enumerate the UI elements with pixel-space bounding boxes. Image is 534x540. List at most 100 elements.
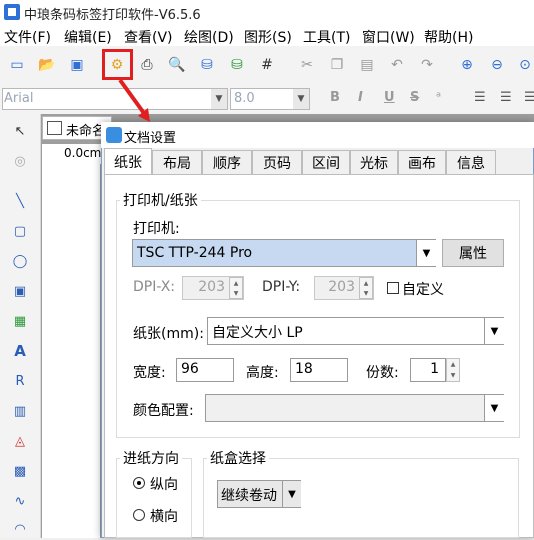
landscape-radio[interactable] <box>133 509 145 521</box>
print-preview-icon[interactable]: 🔍 <box>166 54 188 76</box>
cut-icon[interactable]: ✂ <box>296 54 318 76</box>
landscape-label: 横向 <box>150 509 178 525</box>
height-label: 高度: <box>246 365 279 381</box>
align-right-icon[interactable]: ☰ <box>524 90 534 105</box>
chevron-down-icon[interactable]: ▼ <box>282 481 301 507</box>
app-logo-icon <box>4 4 20 20</box>
tab-paper[interactable]: 纸张 <box>104 148 152 175</box>
color-config-select[interactable] <box>205 394 504 422</box>
menu-window[interactable]: 窗口(W) <box>362 27 415 47</box>
open-icon[interactable]: 📂 <box>36 54 58 76</box>
portrait-radio[interactable] <box>133 477 145 489</box>
width-label: 宽度: <box>133 365 166 381</box>
text-icon[interactable]: A <box>8 340 32 362</box>
dialog-title: 文档设置 <box>124 131 177 146</box>
paste-icon[interactable]: ▤ <box>356 54 378 76</box>
menu-view[interactable]: 查看(V) <box>124 27 173 47</box>
printer-value: TSC TTP-244 Pro <box>137 245 253 261</box>
tray-value: 继续卷动 <box>221 488 277 504</box>
shape-icon[interactable]: ◬ <box>8 430 32 452</box>
custom-dpi-checkbox[interactable] <box>387 282 399 294</box>
zoom-in-icon[interactable]: ⊕ <box>456 54 478 76</box>
main-toolbar: ▭ 📂 ▣ ⚙ ⎙ 🔍 ⛁ ⛁ # ✂ ❐ ▤ ↶ ↷ ⊕ ⊖ ⊙ <box>0 46 534 87</box>
barcode-icon[interactable]: ▥ <box>8 400 32 422</box>
select-icon[interactable]: ↖ <box>8 120 32 142</box>
app-title: 中琅条码标签打印软件-V6.5.6 <box>24 8 201 23</box>
dpi-x-label: DPI-X: <box>133 279 176 295</box>
qr-icon[interactable]: ▩ <box>8 460 32 482</box>
copies-stepper[interactable]: ▲ ▼ <box>446 358 460 382</box>
ellipse-icon[interactable]: ◯ <box>8 250 32 272</box>
rich-text-icon[interactable]: R <box>8 370 32 392</box>
grid-icon[interactable]: # <box>256 54 278 76</box>
menu-file[interactable]: 文件(F) <box>4 27 51 47</box>
line-icon[interactable]: ╲ <box>8 190 32 212</box>
tab-layout[interactable]: 布局 <box>152 150 202 174</box>
copy-icon[interactable]: ❐ <box>326 54 348 76</box>
printer-paper-group-label: 打印机/纸张 <box>120 190 201 210</box>
paper-label: 纸张(mm): <box>133 326 204 342</box>
rect-icon[interactable]: ▢ <box>8 220 32 242</box>
dpi-x-stepper[interactable]: ▲ ▼ <box>229 277 243 299</box>
document-icon <box>47 121 62 135</box>
new-icon[interactable]: ▭ <box>6 54 28 76</box>
label-sheet[interactable] <box>62 164 100 538</box>
feed-direction-label: 进纸方向 <box>120 448 182 468</box>
bold-button[interactable]: B <box>330 90 340 105</box>
tab-page-number[interactable]: 页码 <box>252 150 302 174</box>
tab-cursor[interactable]: 光标 <box>350 150 398 174</box>
tab-range[interactable]: 区间 <box>302 150 350 174</box>
color-config-label: 颜色配置: <box>133 403 194 419</box>
menu-draw[interactable]: 绘图(D) <box>184 27 234 47</box>
underline-button[interactable]: U <box>384 90 395 105</box>
database-settings-icon[interactable]: ⛁ <box>226 54 248 76</box>
strike-button[interactable]: S <box>410 90 419 105</box>
print-icon[interactable]: ⎙ <box>136 54 158 76</box>
redo-icon[interactable]: ↷ <box>416 54 438 76</box>
copies-label: 份数: <box>366 365 399 381</box>
dpi-y-label: DPI-Y: <box>262 279 301 295</box>
curve-icon[interactable]: ∿ <box>8 490 32 512</box>
feed-direction-group <box>116 458 192 538</box>
properties-button[interactable]: 属性 <box>442 239 504 267</box>
chevron-down-icon[interactable]: ▼ <box>484 318 504 344</box>
font-family-value: Arial <box>4 91 34 106</box>
hand-icon[interactable]: ◎ <box>8 150 32 172</box>
save-icon[interactable]: ▣ <box>66 54 88 76</box>
tab-order[interactable]: 顺序 <box>202 150 252 174</box>
image-icon[interactable]: ▣ <box>8 280 32 302</box>
copies-field[interactable]: 1 <box>410 358 446 382</box>
document-tab-label: 未命名 <box>66 124 106 139</box>
width-field[interactable]: 96 <box>176 358 234 382</box>
menu-bar: 文件(F) 编辑(E) 查看(V) 绘图(D) 图形(S) 工具(T) 窗口(W… <box>0 24 534 46</box>
database-icon[interactable]: ⛁ <box>196 54 218 76</box>
picture-icon[interactable]: ▦ <box>8 310 32 332</box>
dialog-icon <box>106 127 122 143</box>
italic-button[interactable]: I <box>358 90 363 105</box>
dpi-y-stepper[interactable]: ▲ ▼ <box>359 277 373 299</box>
tray-group-label: 纸盒选择 <box>207 448 269 468</box>
tab-canvas[interactable]: 画布 <box>398 150 446 174</box>
menu-help[interactable]: 帮助(H) <box>424 27 473 47</box>
ruler-left <box>42 164 62 538</box>
font-family-select[interactable] <box>2 88 228 110</box>
paper-value: 自定义大小 LP <box>212 325 303 341</box>
arc-icon[interactable]: ◠ <box>8 518 32 540</box>
align-left-icon[interactable]: ☰ <box>474 90 486 105</box>
chevron-down-icon[interactable]: ▼ <box>416 240 436 266</box>
height-field[interactable]: 18 <box>290 358 348 382</box>
menu-tools[interactable]: 工具(T) <box>303 27 350 47</box>
chevron-down-icon[interactable]: ▼ <box>211 89 227 109</box>
ruler-label: 0.0cm <box>64 146 102 160</box>
menu-edit[interactable]: 编辑(E) <box>64 27 112 47</box>
undo-icon[interactable]: ↶ <box>386 54 408 76</box>
chevron-down-icon[interactable]: ▼ <box>293 89 309 109</box>
superscript-icon[interactable]: ᵃ <box>436 90 441 105</box>
zoom-icon[interactable]: ⊙ <box>514 54 534 76</box>
chevron-down-icon[interactable]: ▼ <box>484 395 504 421</box>
tab-info[interactable]: 信息 <box>446 150 496 174</box>
zoom-out-icon[interactable]: ⊖ <box>486 54 508 76</box>
align-center-icon[interactable]: ☰ <box>500 90 512 105</box>
portrait-label: 纵向 <box>150 477 178 493</box>
menu-shape[interactable]: 图形(S) <box>244 27 292 47</box>
